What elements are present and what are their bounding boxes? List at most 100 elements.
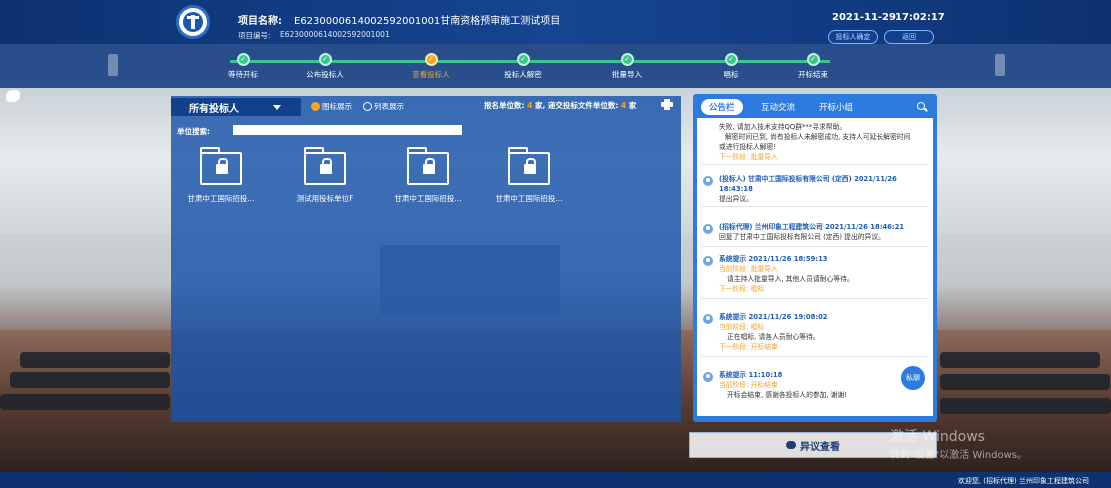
private-chat-button[interactable]: 私聊 bbox=[901, 366, 925, 390]
background-chairs bbox=[0, 394, 170, 410]
check-icon: ✓ bbox=[806, 53, 820, 66]
message-body: 提出异议。 bbox=[719, 195, 753, 203]
bird-icon bbox=[6, 90, 20, 102]
bidder-name: 甘肃中工国际招投... bbox=[187, 194, 255, 203]
message-next-stage: 下一阶段: 开标结束 bbox=[719, 343, 778, 351]
check-icon: ✓ bbox=[620, 53, 634, 66]
bidder-name: 甘肃中工国际招投... bbox=[495, 194, 563, 203]
project-no-label: 项目编号: bbox=[238, 31, 271, 40]
background-chairs bbox=[20, 352, 170, 368]
logo-icon bbox=[176, 5, 210, 39]
avatar bbox=[703, 176, 713, 186]
chat-icon bbox=[786, 441, 796, 449]
message-next-stage: 下一阶段: 唱标 bbox=[719, 285, 765, 293]
bidder-filter-label: 所有投标人 bbox=[189, 103, 239, 115]
check-icon: ✓ bbox=[318, 53, 332, 66]
lock-icon bbox=[524, 158, 536, 174]
check-icon: ✓ bbox=[424, 53, 438, 66]
message-list[interactable]: 失败, 请加入技术支持QQ群***寻求帮助。 解密时间已到, 尚有投标人未解密成… bbox=[697, 118, 933, 416]
header-date: 2021-11-29 bbox=[832, 12, 896, 23]
project-name-label: 项目名称: bbox=[238, 16, 282, 27]
message-stage: 当前阶段: 批量导入 bbox=[719, 265, 778, 273]
background-chairs bbox=[940, 398, 1111, 414]
bidders-panel bbox=[171, 96, 681, 422]
message-next-stage: 下一阶段: 批量导入 bbox=[719, 153, 778, 161]
bidder-name: 甘肃中工国际招投... bbox=[394, 194, 462, 203]
message-body: 正在唱标, 请各人员耐心等待。 bbox=[727, 333, 820, 341]
list-item: (招标代理) 兰州印象工程建筑公司 2021/11/26 18:46:21 回复… bbox=[697, 222, 933, 247]
message-title: 系统提示 11:10:18 bbox=[719, 371, 783, 379]
scroll-right-handle[interactable] bbox=[995, 54, 1005, 76]
project-name-value: E6230000614002592001001甘南资格预审施工测试项目 bbox=[294, 16, 561, 27]
bidder-folder[interactable]: 测试用投标单位F bbox=[280, 147, 370, 204]
message-stage: 当前阶段: 开标结束 bbox=[719, 381, 778, 389]
scroll-left-handle[interactable] bbox=[108, 54, 118, 76]
lock-icon bbox=[216, 158, 228, 174]
lock-icon bbox=[320, 158, 332, 174]
message-title: 18:43:18 bbox=[719, 185, 753, 193]
locked-folder-icon bbox=[407, 147, 449, 185]
background-chairs bbox=[940, 374, 1110, 390]
view-icon-radio[interactable]: 图标展示 bbox=[311, 101, 352, 112]
avatar bbox=[703, 256, 713, 266]
bidder-filter-dropdown[interactable]: 所有投标人 bbox=[171, 98, 301, 116]
activation-watermark: 激活 Windows bbox=[890, 429, 985, 445]
tab-interaction[interactable]: 互动交流 bbox=[753, 99, 803, 115]
header-time: 17:02:17 bbox=[895, 12, 945, 23]
progress-step: ✓ 查看投标人 bbox=[391, 53, 471, 80]
tab-notice[interactable]: 公告栏 bbox=[701, 99, 743, 115]
tab-opening-team[interactable]: 开标小组 bbox=[811, 99, 861, 115]
list-item: 系统提示 11:10:18 当前阶段: 开标结束 开标会结束, 感谢各投标人的参… bbox=[697, 370, 933, 400]
bidder-folder[interactable]: 甘肃中工国际招投... bbox=[176, 147, 266, 204]
list-item: 失败, 请加入技术支持QQ群***寻求帮助。 解密时间已到, 尚有投标人未解密成… bbox=[697, 122, 933, 165]
lock-icon bbox=[423, 158, 435, 174]
message-title: 系统提示 2021/11/26 18:59:13 bbox=[719, 255, 828, 263]
progress-step-label: 唱标 bbox=[723, 70, 739, 79]
unit-search-label: 单位搜索: bbox=[177, 127, 210, 136]
message-body: 失败, 请加入技术支持QQ群***寻求帮助。 bbox=[719, 123, 847, 131]
message-body: 解密时间已到, 尚有投标人未解密成功, 支持人可延长解密时间 bbox=[725, 133, 911, 141]
locked-folder-icon bbox=[508, 147, 550, 185]
unit-search-input[interactable] bbox=[233, 125, 462, 135]
radio-unchecked-icon bbox=[363, 102, 372, 111]
progress-step-label: 批量导入 bbox=[612, 70, 642, 79]
bidder-folder[interactable]: 甘肃中工国际招投... bbox=[484, 147, 574, 204]
progress-step: ✓ 投标人解密 bbox=[483, 53, 563, 80]
view-list-label: 列表展示 bbox=[374, 102, 404, 111]
check-icon: ✓ bbox=[724, 53, 738, 66]
list-item: (投标人) 甘肃中工国际投标有限公司 (定西) 2021/11/26 18:43… bbox=[697, 174, 933, 207]
confirm-bidder-button[interactable]: 投标人确定 bbox=[828, 30, 878, 44]
list-item: 系统提示 2021/11/26 18:59:13 当前阶段: 批量导入 请主持人… bbox=[697, 254, 933, 299]
progress-step-label: 等待开标 bbox=[228, 70, 258, 79]
avatar bbox=[703, 224, 713, 234]
check-icon: ✓ bbox=[236, 53, 250, 66]
back-button[interactable]: 返回 bbox=[884, 30, 934, 44]
progress-step: ✓ 唱标 bbox=[691, 53, 771, 80]
avatar bbox=[703, 314, 713, 324]
bidder-count-text: 报名单位数: 4 家, 递交投标文件单位数: 4 家 bbox=[484, 100, 636, 111]
list-item: 系统提示 2021/11/26 19:08:02 当前阶段: 唱标 正在唱标, … bbox=[697, 312, 933, 357]
search-icon[interactable] bbox=[917, 102, 925, 110]
chevron-down-icon bbox=[273, 105, 281, 110]
message-body: 请主持人批量导入, 其他人员请耐心等待。 bbox=[727, 275, 854, 283]
avatar bbox=[703, 372, 713, 382]
view-list-radio[interactable]: 列表展示 bbox=[363, 101, 404, 112]
message-stage: 当前阶段: 唱标 bbox=[719, 323, 765, 331]
bidder-name: 测试用投标单位F bbox=[296, 194, 354, 203]
locked-folder-icon bbox=[200, 147, 242, 185]
progress-step: ✓ 开标结束 bbox=[773, 53, 853, 80]
background-chairs bbox=[940, 352, 1100, 368]
message-body: 或进行投标人解密! bbox=[719, 143, 777, 151]
message-title: (投标人) 甘肃中工国际投标有限公司 (定西) 2021/11/26 bbox=[719, 175, 897, 183]
progress-step: ✓ 公布投标人 bbox=[285, 53, 365, 80]
radio-checked-icon bbox=[311, 102, 320, 111]
locked-folder-icon bbox=[304, 147, 346, 185]
message-title: (招标代理) 兰州印象工程建筑公司 2021/11/26 18:46:21 bbox=[719, 223, 905, 231]
bidder-folder[interactable]: 甘肃中工国际招投... bbox=[383, 147, 473, 204]
count-label: 家 bbox=[626, 101, 637, 110]
print-icon[interactable] bbox=[661, 99, 673, 110]
progress-step-label: 公布投标人 bbox=[306, 70, 344, 79]
progress-step: ✓ 等待开标 bbox=[203, 53, 283, 80]
message-body: 回复了甘肃中工国际投标有限公司 (定西) 提出的异议。 bbox=[719, 233, 885, 241]
message-title: 系统提示 2021/11/26 19:08:02 bbox=[719, 313, 828, 321]
